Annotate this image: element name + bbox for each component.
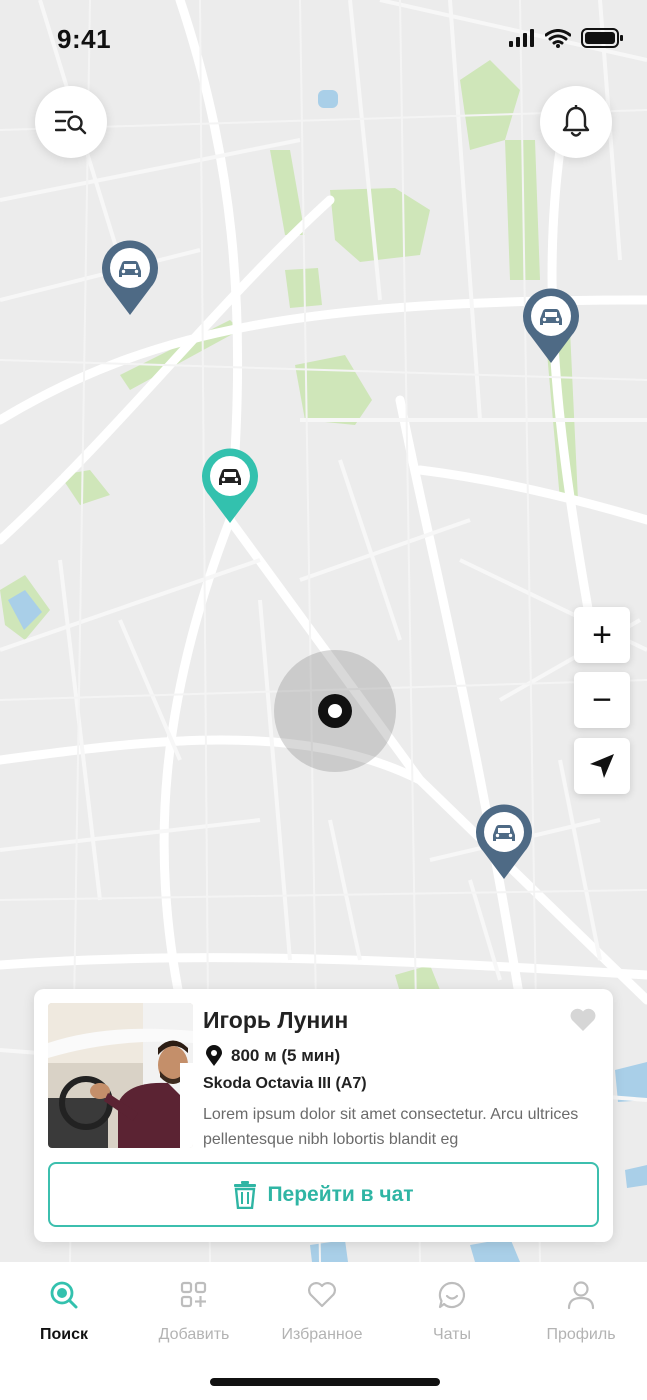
navigation-arrow-icon	[590, 754, 614, 778]
driver-name: Игорь Лунин	[203, 1007, 349, 1033]
driver-marker[interactable]	[474, 804, 534, 880]
wifi-icon	[545, 28, 571, 48]
trash-icon	[234, 1180, 257, 1209]
driver-marker-selected[interactable]	[200, 448, 260, 524]
go-to-chat-button[interactable]: Перейти в чат	[48, 1162, 599, 1227]
distance-text: 800 м (5 мин)	[231, 1046, 341, 1065]
filter-search-button[interactable]	[35, 86, 107, 158]
driver-marker[interactable]	[100, 240, 160, 316]
driver-distance: 800 м (5 мин)	[205, 1045, 340, 1067]
home-indicator	[210, 1378, 440, 1386]
zoom-in-button[interactable]: +	[574, 607, 630, 663]
car-pin-icon	[523, 288, 579, 363]
battery-icon	[581, 28, 623, 48]
bell-icon	[562, 105, 590, 137]
search-list-icon	[55, 110, 87, 135]
driver-photo	[48, 1003, 193, 1148]
chat-button-label: Перейти в чат	[267, 1182, 414, 1206]
nav-profile[interactable]: Профиль	[521, 1278, 641, 1344]
status-time: 9:41	[57, 24, 112, 54]
add-grid-icon	[180, 1281, 207, 1308]
cellular-signal-icon	[509, 29, 534, 47]
search-icon	[50, 1281, 78, 1309]
driver-card[interactable]: Игорь Лунин 800 м (5 мин) Skoda Octavia …	[34, 989, 613, 1242]
nav-chats[interactable]: Чаты	[392, 1278, 512, 1344]
nav-add[interactable]: Добавить	[134, 1278, 254, 1344]
location-pin-icon	[206, 1045, 222, 1066]
car-pin-icon	[202, 448, 258, 523]
nav-label: Избранное	[281, 1326, 363, 1343]
plus-icon: +	[592, 616, 612, 654]
car-pin-icon	[476, 804, 532, 879]
minus-icon: −	[592, 681, 612, 719]
user-icon	[567, 1281, 595, 1310]
nav-favorites[interactable]: Избранное	[262, 1278, 382, 1344]
chat-icon	[438, 1281, 466, 1309]
nav-label: Добавить	[158, 1326, 230, 1343]
heart-icon	[308, 1282, 336, 1308]
status-bar: 9:41	[0, 0, 647, 80]
nav-label: Чаты	[432, 1326, 472, 1343]
nav-search[interactable]: Поиск	[4, 1278, 124, 1344]
locate-me-button[interactable]	[574, 738, 630, 794]
status-icons	[509, 28, 623, 48]
driver-marker[interactable]	[521, 288, 581, 364]
driver-description: Lorem ipsum dolor sit amet consectetur. …	[203, 1106, 579, 1148]
car-pin-icon	[102, 240, 158, 315]
nav-label: Профиль	[546, 1326, 616, 1343]
heart-icon	[570, 1008, 596, 1031]
current-location-dot	[318, 694, 352, 728]
car-model: Skoda Octavia III (A7)	[203, 1075, 367, 1092]
nav-label: Поиск	[39, 1326, 88, 1343]
favorite-button[interactable]	[569, 1008, 597, 1037]
notifications-button[interactable]	[540, 86, 612, 158]
zoom-out-button[interactable]: −	[574, 672, 630, 728]
